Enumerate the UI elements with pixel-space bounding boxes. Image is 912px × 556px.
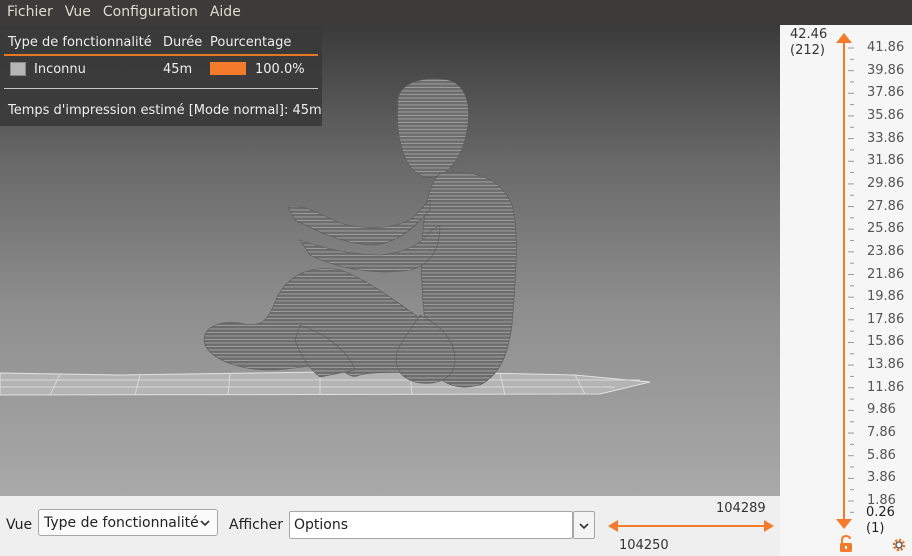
- options-dropdown-button[interactable]: [573, 511, 595, 539]
- bottom-layer-height: 0.26: [866, 505, 895, 520]
- menu-configuration[interactable]: Configuration: [97, 0, 204, 25]
- lock-open-icon[interactable]: [838, 535, 854, 553]
- hslider-left-value: 104250: [619, 538, 669, 553]
- layer-tick-label: 23.86: [867, 243, 905, 259]
- legend-header: Type de fonctionnalité Durée Pourcentage: [8, 35, 322, 51]
- layer-tick-label: 5.86: [867, 447, 896, 463]
- cog-icon[interactable]: [891, 537, 907, 553]
- layer-tick-label: 31.86: [867, 153, 905, 169]
- legend-color-swatch: [10, 62, 26, 76]
- layer-tick-label: 29.86: [867, 175, 905, 191]
- layer-tick-label: 13.86: [867, 357, 905, 373]
- estimated-print-time: Temps d'impression estimé [Mode normal]:…: [8, 103, 322, 118]
- hslider-right-value: 104289: [716, 501, 766, 516]
- layer-tick-label: 19.86: [867, 289, 905, 305]
- options-field-value: Options: [294, 517, 349, 533]
- estimate-value: 45m: [292, 103, 322, 118]
- layer-tick-label: 21.86: [867, 266, 905, 282]
- legend-header-divider: [4, 54, 318, 56]
- slider-right-thumb[interactable]: [764, 520, 774, 532]
- legend-row-duration: 45m: [163, 62, 193, 77]
- layer-tick-label: 27.86: [867, 198, 905, 214]
- options-field[interactable]: Options: [289, 511, 573, 539]
- view-label: Vue: [6, 517, 33, 533]
- legend-divider: [4, 88, 318, 89]
- layer-tick-label: 11.86: [867, 379, 905, 395]
- layer-tick-label: 9.86: [867, 402, 896, 418]
- estimate-label: Temps d'impression estimé [Mode normal]:: [8, 103, 289, 118]
- menu-fichier[interactable]: Fichier: [1, 0, 59, 25]
- layer-tick-label: 35.86: [867, 107, 905, 123]
- bottom-toolbar: Vue Type de fonctionnalité Afficher Opti…: [0, 496, 780, 556]
- menu-aide[interactable]: Aide: [204, 0, 247, 25]
- bottom-layer-number: (1): [866, 521, 885, 536]
- layer-slider-panel: 42.46 (212) 41.86 39.86 37.86 35.86 33.86 31.…: [780, 25, 912, 556]
- slider-left-thumb[interactable]: [608, 520, 618, 532]
- layer-tick-label: 3.86: [867, 470, 896, 486]
- layer-tick-label: 33.86: [867, 130, 905, 146]
- legend-col-type: Type de fonctionnalité: [8, 35, 152, 50]
- layer-tick-label: 25.86: [867, 221, 905, 237]
- horizontal-move-slider[interactable]: [606, 516, 776, 536]
- slider-top-thumb[interactable]: [836, 33, 852, 43]
- view-type-select-value: Type de fonctionnalité: [44, 514, 199, 531]
- layer-tick-label: 7.86: [867, 425, 896, 441]
- layer-tick-label: 17.86: [867, 311, 905, 327]
- slider-bottom-thumb[interactable]: [836, 519, 852, 529]
- menu-bar: Fichier Vue Configuration Aide: [0, 0, 912, 25]
- chevron-down-icon: [200, 520, 210, 527]
- layer-tick-label: 15.86: [867, 334, 905, 350]
- layer-tick-label: 39.86: [867, 62, 905, 78]
- legend-row-percentage: 100.0%: [255, 62, 305, 77]
- legend-row-type: Inconnu: [34, 62, 86, 77]
- top-layer-number: (212): [790, 43, 825, 58]
- legend-row: Inconnu 45m 100.0%: [8, 62, 322, 78]
- show-label: Afficher: [229, 517, 284, 533]
- vertical-layer-slider[interactable]: [834, 31, 854, 531]
- legend-col-percentage: Pourcentage: [210, 35, 292, 50]
- layer-tick-label: 37.86: [867, 85, 905, 101]
- view-type-select[interactable]: Type de fonctionnalité: [38, 509, 218, 536]
- layer-tick-label: 41.86: [867, 40, 905, 55]
- top-layer-height: 42.46: [790, 27, 828, 42]
- legend-col-duration: Durée: [163, 35, 203, 50]
- feature-type-legend: Type de fonctionnalité Durée Pourcentage…: [0, 25, 322, 126]
- legend-percentage-bar: [210, 62, 246, 75]
- chevron-down-icon: [579, 523, 589, 530]
- menu-vue[interactable]: Vue: [59, 0, 97, 25]
